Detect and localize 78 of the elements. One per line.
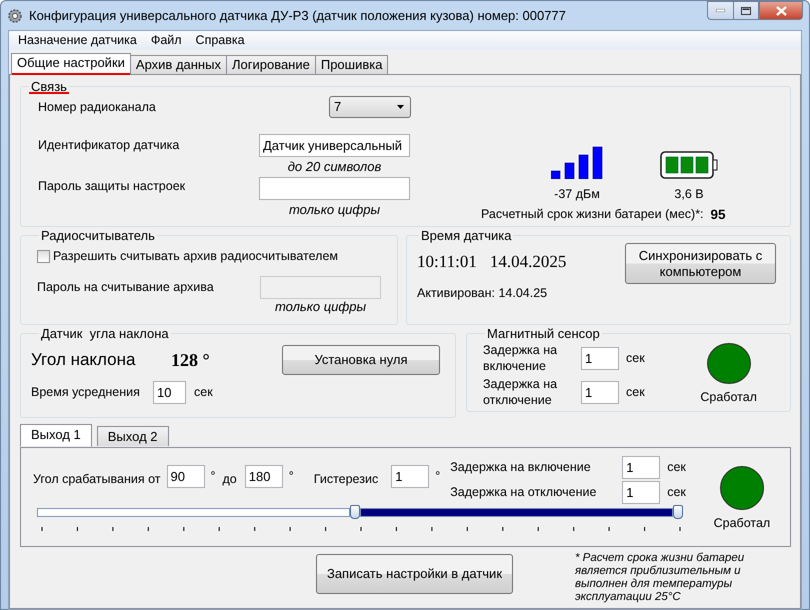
unit-label: сек [667, 459, 686, 476]
tab[interactable]: Логирование [226, 55, 316, 74]
battery-reading: 3,6 В [674, 186, 704, 203]
minimize-button[interactable] [707, 1, 733, 20]
group-title: Датчик угла наклона [40, 326, 170, 341]
hysteresis-field[interactable]: 1 [391, 465, 430, 488]
close-button[interactable] [759, 1, 803, 20]
indicator-label: Сработал [700, 389, 757, 406]
delay-field[interactable]: 1 [622, 481, 660, 504]
menu-item[interactable]: Справка [188, 31, 252, 50]
tab[interactable]: Общие настройки [11, 53, 131, 75]
tab[interactable]: Выход 2 [96, 426, 168, 446]
minimize-icon [716, 9, 725, 12]
sensor-date: 14.04.2025 [490, 251, 566, 273]
tab[interactable]: Выход 1 [20, 424, 92, 447]
unit-label: сек [194, 384, 213, 402]
channel-dropdown[interactable]: 7 [329, 96, 411, 118]
hint-text: только цифры [274, 298, 368, 314]
delay-field[interactable]: 1 [622, 456, 660, 479]
angle-label: Угол наклона [31, 349, 136, 372]
footnote: * Расчет срока жизни батареи является приблизительным и выполнен для температуры эксплуатации 25°C [575, 552, 746, 604]
delay-field[interactable]: 1 [581, 347, 619, 370]
unit-label: сек [626, 384, 645, 402]
checkbox-label: Разрешить считывать архив радиосчитывателем [53, 248, 338, 265]
maximize-icon [741, 6, 751, 14]
caret-icon [397, 105, 404, 109]
group-title: Время датчика [420, 228, 512, 243]
field-label: Задержка на отключение [483, 377, 558, 408]
field-label: Гистерезис [314, 471, 378, 488]
app-icon [7, 8, 23, 24]
averaging-field[interactable]: 10 [153, 381, 186, 404]
tab[interactable]: Архив данных [130, 55, 227, 74]
write-settings-button[interactable]: Записать настройки в датчик [316, 554, 513, 594]
battery-icon [660, 151, 718, 179]
sync-button[interactable]: Синхронизировать с компьютером [625, 243, 776, 284]
sensor-time: 10:11:01 [417, 251, 477, 273]
tab[interactable]: Прошивка [314, 55, 388, 74]
signal-reading: -37 дБм [554, 186, 600, 203]
group-title: Связь [29, 79, 69, 94]
activation-date: Активирован: 14.04.25 [417, 284, 548, 302]
close-icon [776, 6, 786, 16]
slider-thumb[interactable] [673, 505, 683, 519]
field-label: Задержка на включение [450, 459, 592, 476]
field-label: Задержка на включение [483, 343, 558, 374]
hint-text: только цифры [288, 200, 382, 219]
field-label: Угол срабатывания от [33, 471, 161, 488]
unit-label: ° [435, 468, 440, 485]
zero-button[interactable]: Установка нуля [282, 345, 440, 375]
angle-value: 128 ° [171, 348, 211, 372]
angle-from-field[interactable]: 90 [166, 465, 205, 488]
range-slider[interactable] [37, 505, 683, 519]
field-label: Время усреднения [31, 384, 141, 402]
menu-item[interactable]: Файл [144, 31, 189, 50]
field-label: Номер радиоканала [38, 98, 157, 116]
group-title: Магнитный сенсор [486, 326, 601, 341]
unit-label: сек [667, 484, 686, 502]
field-label: Задержка на отключение [450, 484, 598, 502]
window-title: Конфигурация универсального датчика ДУ-Р3 (датчик положения кузова) номер: 000777 [29, 6, 567, 25]
battery-life-label: Расчетный срок жизни батареи (мес)*: [481, 206, 704, 223]
unit-label: ° [210, 468, 216, 485]
group-title: Радиосчитыватель [40, 228, 156, 243]
battery-life-value: 95 [710, 206, 726, 224]
field-label: до [222, 471, 237, 488]
sensor-id-field[interactable]: Датчик универсальный [259, 134, 410, 157]
menu-item[interactable]: Назначение датчика [11, 31, 144, 50]
field-label: Идентификатор датчика [38, 137, 180, 154]
maximize-button[interactable] [733, 1, 759, 20]
field-label: Пароль защиты настроек [38, 178, 186, 195]
password-field[interactable] [259, 176, 410, 200]
unit-label: ° [288, 468, 294, 485]
angle-to-field[interactable]: 180 [244, 465, 283, 488]
unit-label: сек [626, 350, 645, 368]
slider-thumb[interactable] [350, 505, 360, 519]
hint-text: до 20 символов [286, 158, 382, 176]
indicator-label: Сработал [714, 515, 770, 532]
field-label: Пароль на считывание архива [37, 278, 215, 296]
delay-field[interactable]: 1 [581, 381, 619, 404]
checkbox[interactable] [37, 250, 50, 263]
